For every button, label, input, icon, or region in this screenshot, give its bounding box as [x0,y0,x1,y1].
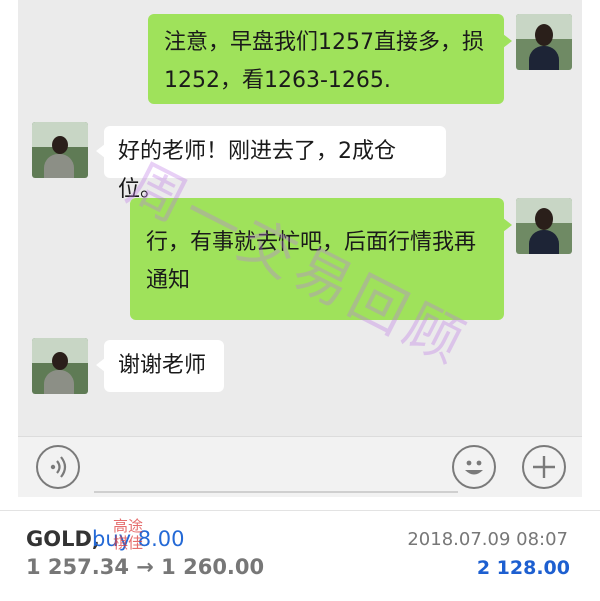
message-text: 谢谢老师 [118,353,207,378]
message-text-line: 行，有事就去忙吧，后面行情我再 [146,230,477,255]
message-input[interactable] [94,491,458,493]
message-bubble-teacher[interactable]: 行，有事就去忙吧，后面行情我再 通知 [130,198,512,320]
input-toolbar [18,436,582,497]
trade-profit: 2 128.00 [476,557,570,579]
trade-symbol: GOLD, [26,527,100,551]
trade-datetime: 2018.07.09 08:07 [407,529,568,550]
message-bubble-student[interactable]: 好的老师！刚进去了，2成仓位。 [96,126,446,202]
voice-button[interactable] [36,445,80,489]
add-more-button[interactable] [522,445,566,489]
message-bubble-teacher[interactable]: 注意，早盘我们1257直接多，损 1252，看1263-1265. [148,14,512,104]
message-bubble-student[interactable]: 谢谢老师 [96,340,224,392]
emoji-button[interactable] [452,445,496,489]
student-avatar[interactable] [32,338,88,394]
trade-prices: 1 257.34 → 1 260.00 [26,555,265,579]
student-avatar[interactable] [32,122,88,178]
emoji-icon [465,460,483,475]
trade-record[interactable]: GOLD, buy 8.00 1 257.34 → 1 260.00 2018.… [0,510,600,601]
app-screen: 注意，早盘我们1257直接多，损 1252，看1263-1265. 好的老师！刚… [0,0,600,600]
teacher-avatar[interactable] [516,14,572,70]
message-text-line: 1252，看1263-1265. [164,68,391,93]
message-text-line: 注意，早盘我们1257直接多，损 [164,30,484,55]
teacher-avatar[interactable] [516,198,572,254]
seal-stamp: 高途 棋佳 [112,517,143,552]
voice-icon [50,456,67,478]
chat-area[interactable]: 注意，早盘我们1257直接多，损 1252，看1263-1265. 好的老师！刚… [18,0,582,436]
plus-icon [533,456,555,478]
message-text-line: 通知 [146,268,191,293]
